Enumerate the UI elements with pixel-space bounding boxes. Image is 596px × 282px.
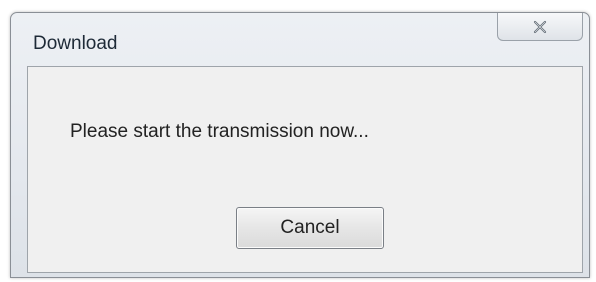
- dialog-content: Please start the transmission now... Can…: [27, 66, 583, 273]
- cancel-button[interactable]: Cancel: [236, 207, 384, 249]
- status-message: Please start the transmission now...: [70, 121, 369, 142]
- close-button[interactable]: [497, 13, 583, 41]
- download-dialog-window: Download Please start the transmission n…: [10, 12, 590, 278]
- window-title: Download: [33, 33, 118, 54]
- close-icon: [532, 20, 548, 34]
